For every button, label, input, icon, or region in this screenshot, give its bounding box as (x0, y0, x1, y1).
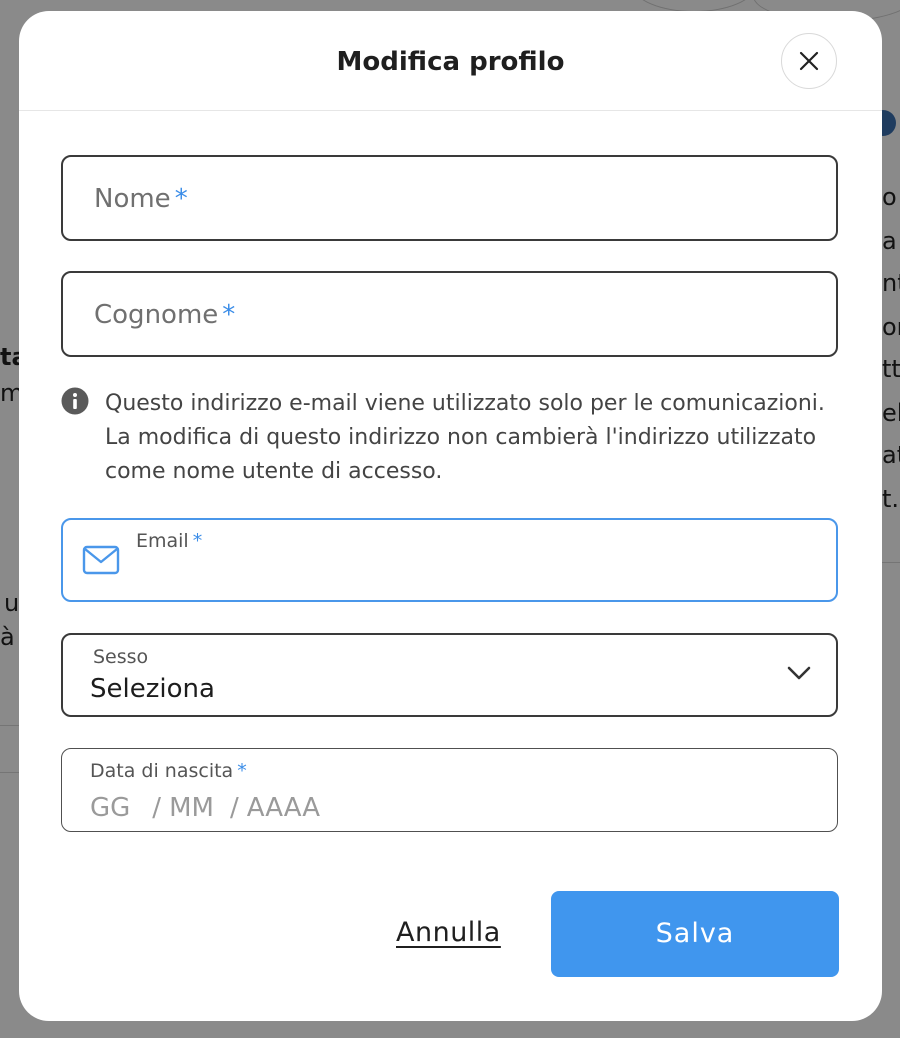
last-name-label: Cognome (94, 300, 219, 330)
modal-header: Modifica profilo (19, 11, 882, 111)
first-name-placeholder: Nome * (94, 181, 188, 217)
date-separator: / (229, 793, 239, 823)
last-name-placeholder: Cognome * (94, 297, 235, 333)
edit-profile-modal: Modifica profilo Nome * Cognome * Questo i… (19, 11, 882, 1021)
cancel-button[interactable]: Annulla (396, 915, 501, 951)
save-button[interactable]: Salva (551, 891, 839, 977)
birth-month-input[interactable]: MM (169, 791, 214, 825)
required-mark: * (174, 184, 188, 214)
email-label: Email * (136, 530, 203, 552)
birth-year-input[interactable]: AAAA (247, 791, 320, 825)
gender-selected-value: Seleziona (90, 674, 215, 704)
email-field[interactable]: Email * (61, 518, 838, 602)
first-name-input[interactable]: Nome * (61, 155, 838, 241)
date-separator: / (152, 793, 162, 823)
birth-date-field[interactable]: Data di nascita * GG / MM / AAAA (61, 748, 838, 832)
gender-select[interactable]: Sesso Seleziona (61, 633, 838, 717)
birth-day-input[interactable]: GG (90, 791, 130, 825)
close-button[interactable] (781, 33, 837, 89)
first-name-label: Nome (94, 184, 171, 214)
required-mark: * (192, 530, 203, 552)
mail-icon (82, 545, 120, 575)
birth-date-label: Data di nascita * (90, 760, 247, 782)
info-icon (61, 387, 89, 415)
gender-label: Sesso (93, 646, 149, 668)
required-mark: * (222, 300, 236, 330)
required-mark: * (237, 760, 247, 782)
birth-date-inputs: GG / MM / AAAA (90, 791, 320, 825)
chevron-down-icon (787, 666, 811, 680)
modal-title: Modifica profilo (336, 47, 565, 77)
last-name-input[interactable]: Cognome * (61, 271, 838, 357)
close-icon (799, 51, 819, 71)
info-text: Questo indirizzo e-mail viene utilizzato… (105, 391, 825, 484)
